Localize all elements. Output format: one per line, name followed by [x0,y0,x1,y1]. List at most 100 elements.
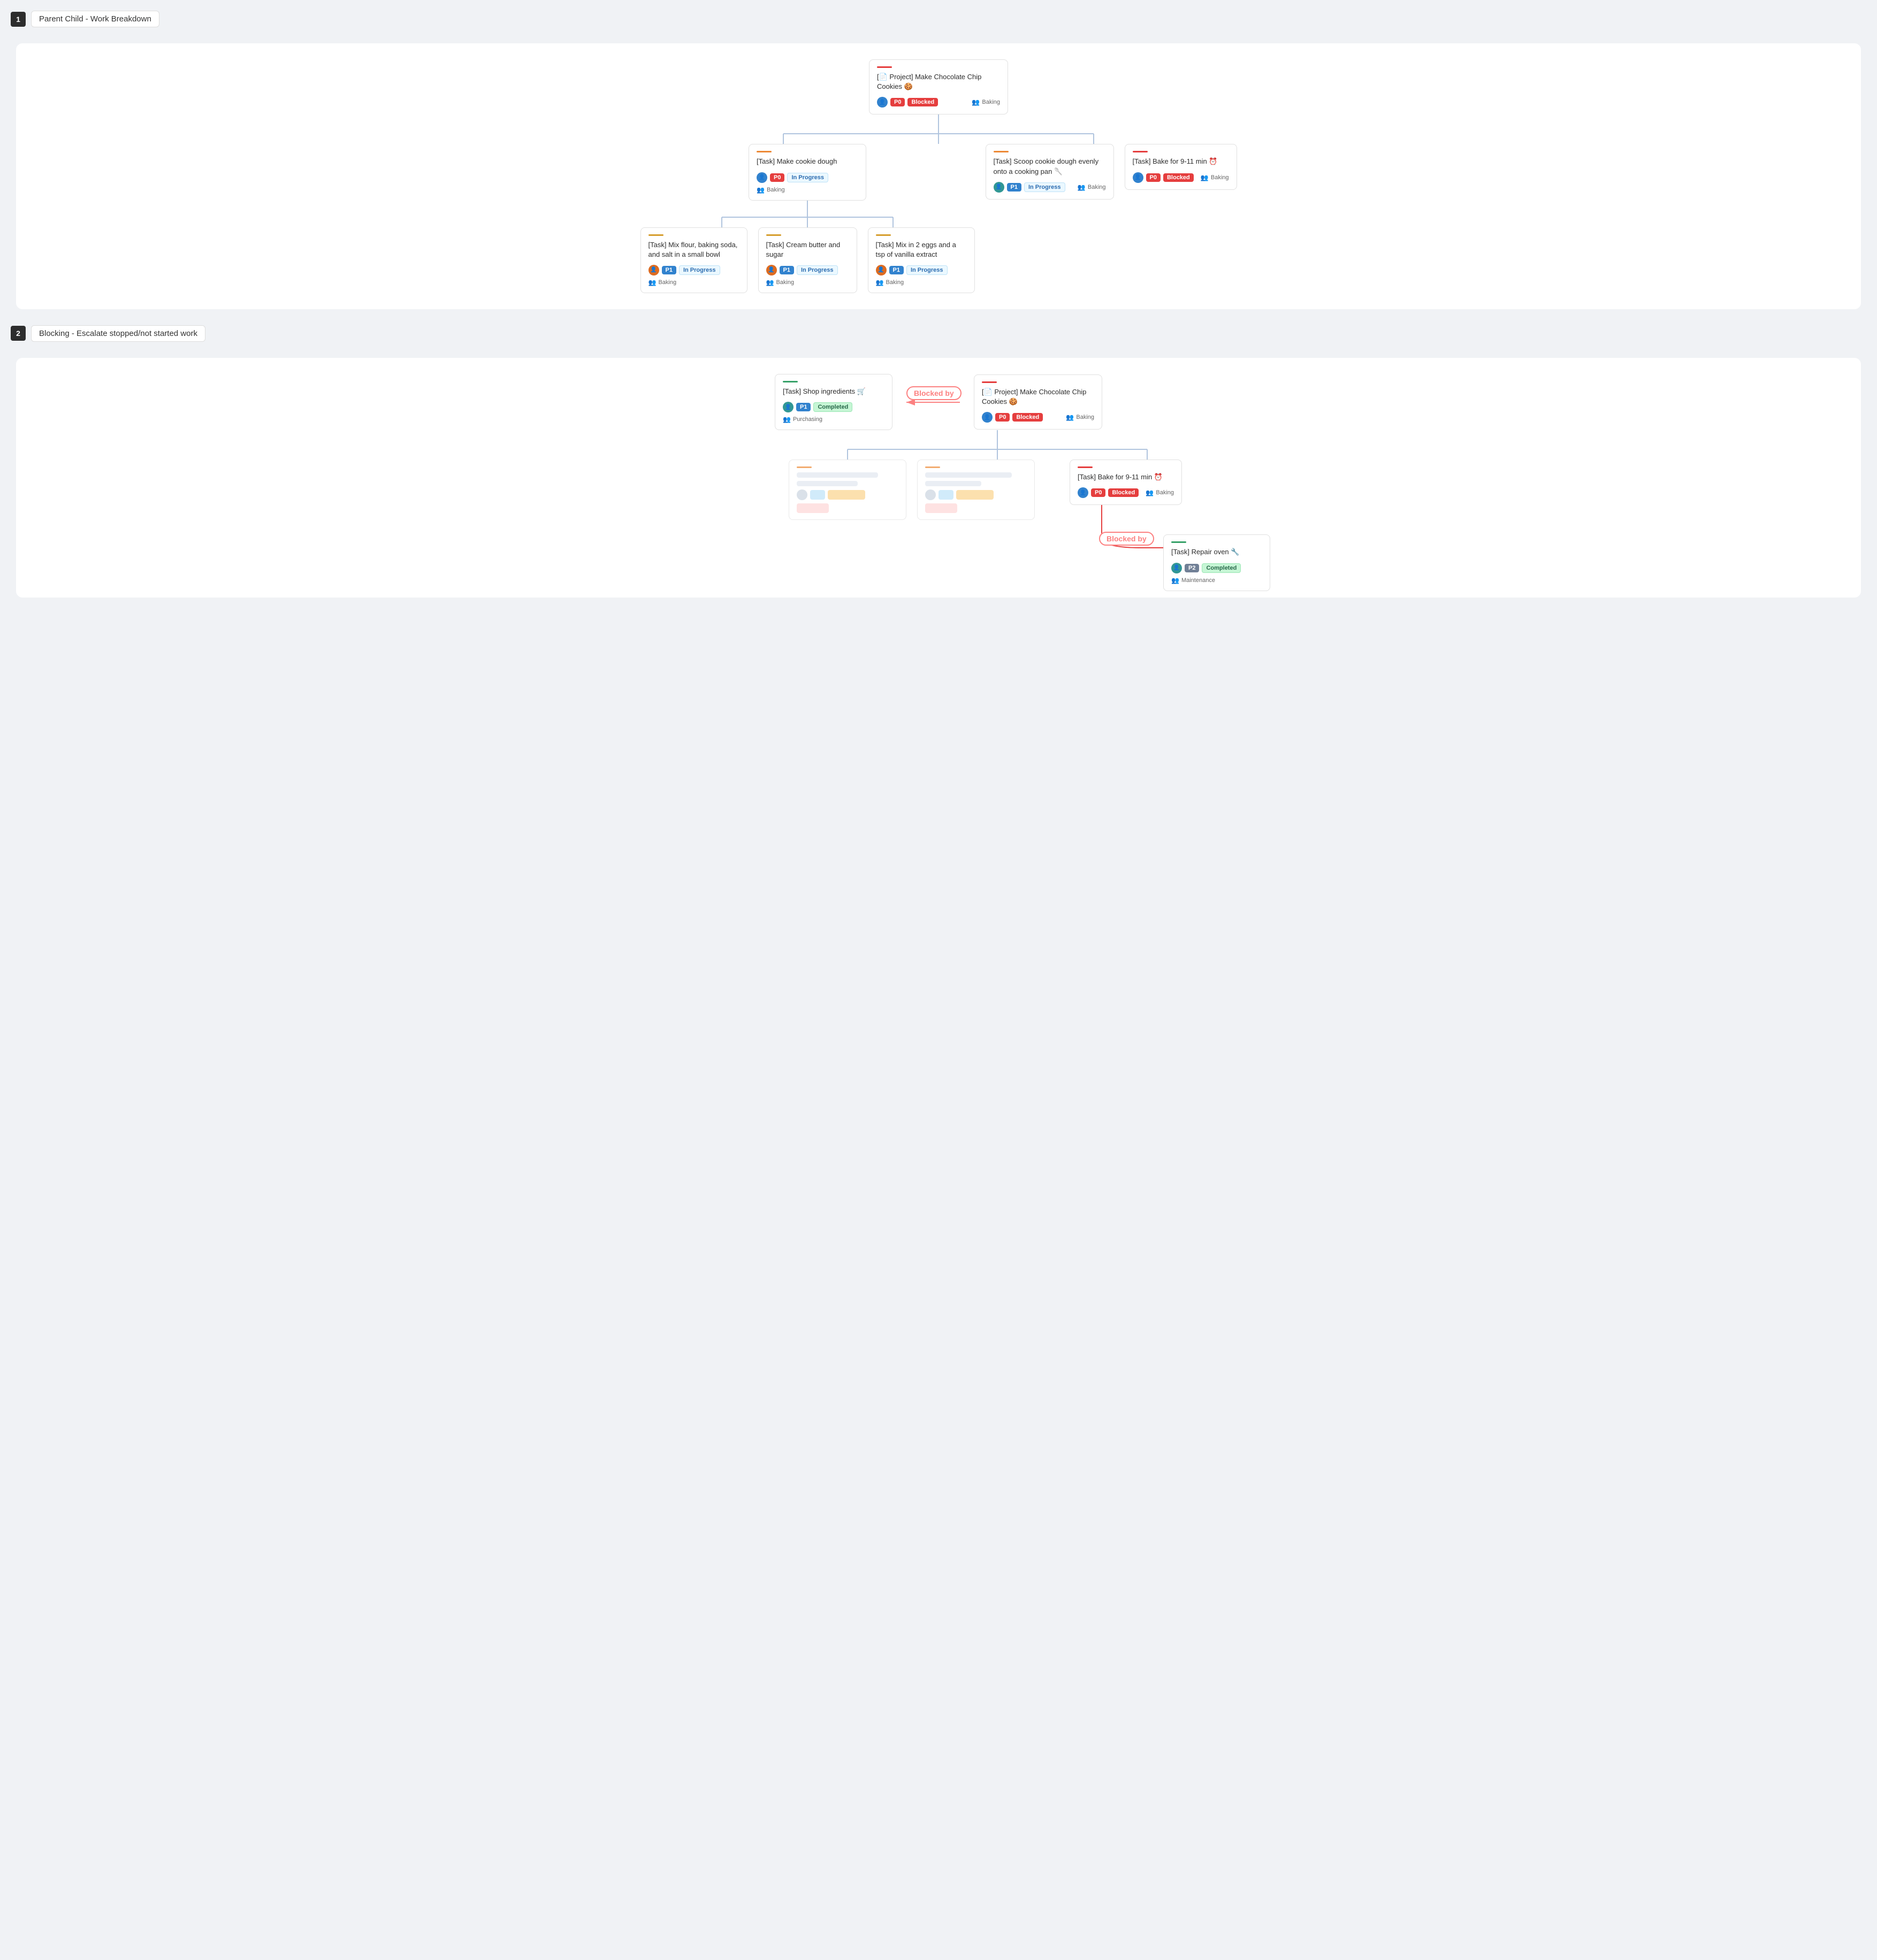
l2-card-1[interactable]: [Task] Make cookie dough 👤 P0 In Progres… [749,144,866,200]
avatar: 👤 [982,412,993,423]
card-footer: 👤 P0 Blocked 👥 Baking [982,412,1094,423]
card-footer-right: 👥 Purchasing [783,416,822,423]
section-2-diagram: [Task] Shop ingredients 🛒 👤 P1 Completed… [16,358,1861,598]
card-footer-left: 👤 P1 In Progress [648,265,720,275]
s2-blurred-card-2 [917,460,1035,520]
connector-vert [807,201,808,217]
card-accent [1078,466,1093,468]
bake-card[interactable]: [Task] Bake for 9-11 min ⏰ 👤 P0 Blocked … [1070,460,1182,505]
priority-badge: P0 [1091,488,1105,497]
card-footer-left: 👤 P1 In Progress [994,182,1065,193]
card-footer: 👤 P0 Blocked 👥 Baking [1078,487,1174,498]
avatar: 👤 [648,265,659,275]
card-title: [Task] Make cookie dough [757,157,858,166]
team-label: Purchasing [793,416,822,423]
blocked-by-down-connector: Blocked by [Task] Repair oven 🔧 👤 P2 [1046,505,1206,581]
card-footer-left: 👤 P1 In Progress [766,265,838,275]
card-footer-left [925,489,994,500]
card-footer-left: 👤 P0 Blocked [877,97,938,108]
team-label: Baking [776,279,794,286]
blocked-by-text-2: Blocked by [1099,532,1154,546]
section-2: 2 Blocking - Escalate stopped/not starte… [11,325,1866,598]
priority-badge: P2 [1185,564,1199,572]
l2-item-1: [Task] Make cookie dough 👤 P0 In Progres… [640,144,975,293]
l2-item-3: [Task] Bake for 9-11 min ⏰ 👤 P0 Blocked … [1125,144,1237,189]
status-badge: Blocked [1012,413,1043,422]
card-footer: 👤 P1 In Progress 👥 Baking [766,265,849,286]
avatar: 👤 [994,182,1004,193]
card-footer [925,489,1027,513]
blocked-by-badge-2: Blocked by [1099,534,1154,543]
status-badge: Completed [813,402,852,412]
blurred-line [925,472,1012,478]
priority-badge: P0 [770,173,784,182]
section-2-number: 2 [11,326,26,341]
card-title: [Task] Bake for 9-11 min ⏰ [1078,472,1174,482]
vert-line [997,430,998,449]
status-badge: Blocked [1163,173,1194,182]
blurred-line [797,481,858,486]
team-label: Baking [886,279,904,286]
card-accent [876,234,891,236]
section-1: 1 Parent Child - Work Breakdown [📄 Proje… [11,11,1866,309]
blurred-team [797,503,829,513]
project-card[interactable]: [📄 Project] Make Chocolate Chip Cookies … [974,374,1102,430]
section-1-title: Parent Child - Work Breakdown [31,11,159,27]
avatar: 👤 [877,97,888,108]
priority-badge: P1 [889,266,904,274]
card-footer-right: 👥 Baking [1146,489,1174,496]
card-footer-left [797,489,865,500]
card-accent [994,151,1009,152]
blurred-line [925,481,981,486]
blurred-badge [938,490,953,500]
l2-item-2: [Task] Scoop cookie dough evenly onto a … [986,144,1114,199]
card-title: [Task] Shop ingredients 🛒 [783,387,884,396]
card-footer-right: 👥 Baking [876,279,904,286]
card-footer-left: 👤 P0 Blocked [982,412,1043,423]
card-footer-left: 👤 P1 Completed [783,402,852,412]
priority-badge: P1 [662,266,676,274]
card-accent [877,66,892,68]
card-footer-left: 👤 P0 In Progress [757,172,828,183]
card-footer-right [797,503,829,513]
blurred-avatar [925,489,936,500]
card-footer-left: 👤 P0 Blocked [1133,172,1194,183]
l2-card-2[interactable]: [Task] Scoop cookie dough evenly onto a … [986,144,1114,199]
avatar: 👤 [1133,172,1143,183]
status-badge: Blocked [1108,488,1139,497]
blurred-team [925,503,957,513]
priority-badge: P1 [796,403,811,411]
team-label: Baking [1156,489,1174,496]
avatar: 👤 [757,172,767,183]
repair-card-wrapper: [Task] Repair oven 🔧 👤 P2 Completed 👥 Ma… [1163,534,1270,591]
card-title: [Task] Repair oven 🔧 [1171,547,1262,557]
card-title: [Task] Mix flour, baking soda, and salt … [648,240,739,259]
card-footer: 👤 P0 In Progress 👥 Baking [757,172,858,194]
section-1-diagram: [📄 Project] Make Chocolate Chip Cookies … [16,43,1861,309]
blocked-by-badge: Blocked by [906,389,962,397]
status-badge: In Progress [906,265,948,275]
section-1-header: 1 Parent Child - Work Breakdown [11,11,1866,27]
s2-branch [144,449,1850,460]
l3-card-1[interactable]: [Task] Mix flour, baking soda, and salt … [640,227,747,293]
avatar: 👤 [766,265,777,275]
card-footer-right: 👥 Baking [757,186,785,194]
section-2-header: 2 Blocking - Escalate stopped/not starte… [11,325,1866,342]
l2-card-3[interactable]: [Task] Bake for 9-11 min ⏰ 👤 P0 Blocked … [1125,144,1237,189]
card-footer [797,489,898,513]
level-2-row: [Task] Make cookie dough 👤 P0 In Progres… [640,144,1237,293]
l3-card-3[interactable]: [Task] Mix in 2 eggs and a tsp of vanill… [868,227,975,293]
shop-card[interactable]: [Task] Shop ingredients 🛒 👤 P1 Completed… [775,374,892,430]
l3-card-2[interactable]: [Task] Cream butter and sugar 👤 P1 In Pr… [758,227,857,293]
card-accent [1133,151,1148,152]
repair-card[interactable]: [Task] Repair oven 🔧 👤 P2 Completed 👥 Ma… [1163,534,1270,591]
priority-badge: P0 [890,98,905,106]
priority-badge: P0 [995,413,1010,422]
root-card[interactable]: [📄 Project] Make Chocolate Chip Cookies … [869,59,1008,114]
card-footer-right: 👥 Baking [648,279,677,286]
card-footer-right: 👥 Baking [1078,183,1106,191]
team-label: Baking [767,187,785,193]
card-title: [Task] Mix in 2 eggs and a tsp of vanill… [876,240,967,259]
s2-bake-item: [Task] Bake for 9-11 min ⏰ 👤 P0 Blocked … [1046,460,1206,581]
card-footer-right [925,503,957,513]
